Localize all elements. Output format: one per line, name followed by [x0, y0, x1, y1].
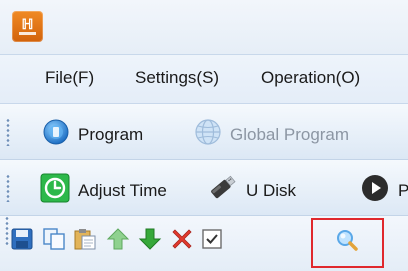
- play-button[interactable]: P: [360, 173, 408, 208]
- copy-icon[interactable]: [42, 227, 66, 251]
- u-disk-button[interactable]: U Disk: [206, 173, 296, 208]
- menu-bar: File(F) Settings(S) Operation(O): [0, 54, 408, 104]
- clock-icon: [40, 173, 70, 208]
- global-program-button[interactable]: Global Program: [194, 118, 349, 151]
- menu-operation[interactable]: Operation(O): [261, 68, 360, 88]
- move-up-icon[interactable]: [106, 227, 130, 251]
- u-disk-label: U Disk: [246, 180, 297, 200]
- toolbar-grip[interactable]: [5, 216, 9, 246]
- toolbar-grip[interactable]: [6, 118, 10, 146]
- adjust-time-button[interactable]: Adjust Time: [40, 173, 167, 208]
- play-label: P: [398, 180, 408, 200]
- program-label: Program: [78, 124, 144, 144]
- program-icon: [42, 118, 70, 151]
- program-toolbar: Program Global Program: [0, 104, 408, 160]
- search-highlight-box: [311, 218, 384, 268]
- usb-drive-icon: [206, 173, 238, 208]
- globe-icon: [194, 118, 222, 151]
- global-program-label: Global Program: [230, 124, 350, 144]
- adjust-time-label: Adjust Time: [78, 180, 167, 200]
- save-icon[interactable]: [10, 227, 34, 251]
- app-logo-icon: ℍ: [12, 11, 43, 42]
- title-bar: ℍ: [0, 0, 408, 54]
- device-toolbar: Adjust Time U Disk P: [0, 160, 408, 216]
- toolbar-grip[interactable]: [6, 174, 10, 202]
- menu-settings[interactable]: Settings(S): [135, 68, 219, 88]
- svg-text:ℍ: ℍ: [22, 16, 34, 32]
- program-button[interactable]: Program: [42, 118, 143, 151]
- paste-icon[interactable]: [73, 227, 97, 251]
- checkbox-icon[interactable]: [200, 227, 224, 251]
- delete-icon[interactable]: [170, 227, 194, 251]
- move-down-icon[interactable]: [138, 227, 162, 251]
- play-icon: [360, 173, 390, 208]
- menu-file[interactable]: File(F): [45, 68, 94, 88]
